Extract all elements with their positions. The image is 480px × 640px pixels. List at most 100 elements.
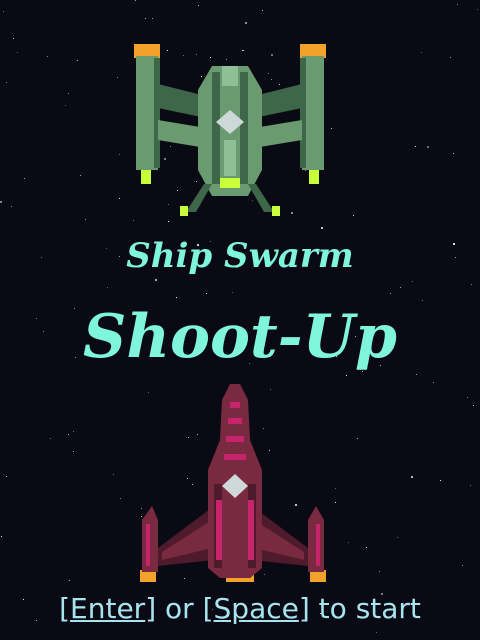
star bbox=[470, 485, 471, 486]
star bbox=[141, 508, 142, 509]
star bbox=[400, 287, 401, 288]
star bbox=[226, 59, 227, 60]
star bbox=[264, 574, 265, 575]
star bbox=[331, 128, 332, 129]
star bbox=[198, 5, 199, 6]
star bbox=[1, 536, 2, 537]
start-prompt: [Enter] or [Space] to start bbox=[59, 592, 421, 625]
star bbox=[348, 542, 349, 543]
star bbox=[346, 375, 347, 376]
star bbox=[416, 374, 417, 375]
star bbox=[85, 219, 86, 220]
star bbox=[206, 293, 207, 294]
star bbox=[245, 22, 247, 24]
star bbox=[168, 204, 169, 205]
star bbox=[453, 153, 454, 154]
star bbox=[305, 170, 306, 171]
star bbox=[24, 178, 25, 179]
star bbox=[17, 52, 18, 53]
star bbox=[335, 502, 336, 503]
star bbox=[135, 0, 136, 1]
star bbox=[279, 84, 280, 85]
game-subtitle: Ship Swarm bbox=[126, 236, 354, 276]
star bbox=[422, 300, 423, 301]
star bbox=[242, 50, 243, 51]
star bbox=[107, 287, 108, 288]
star bbox=[252, 200, 253, 201]
star bbox=[271, 79, 272, 80]
star bbox=[196, 54, 197, 55]
star bbox=[176, 297, 177, 298]
star bbox=[119, 198, 120, 199]
star bbox=[148, 392, 149, 393]
star bbox=[68, 434, 69, 435]
star bbox=[6, 82, 7, 83]
star bbox=[379, 571, 380, 572]
star bbox=[73, 431, 74, 432]
star bbox=[80, 175, 81, 176]
star bbox=[183, 55, 184, 56]
star bbox=[271, 54, 273, 56]
star bbox=[269, 450, 270, 451]
star bbox=[357, 438, 358, 439]
star bbox=[77, 60, 78, 61]
star bbox=[270, 389, 271, 390]
star bbox=[155, 279, 157, 281]
star bbox=[164, 158, 166, 160]
star bbox=[477, 9, 478, 10]
star bbox=[376, 632, 377, 633]
star bbox=[50, 438, 51, 439]
star bbox=[411, 476, 413, 478]
star bbox=[13, 38, 14, 39]
space-key-label: Space bbox=[213, 592, 299, 625]
star bbox=[243, 50, 244, 51]
star bbox=[473, 405, 474, 406]
star bbox=[170, 146, 171, 147]
star bbox=[415, 146, 416, 147]
star bbox=[68, 93, 69, 94]
star bbox=[168, 221, 169, 222]
star bbox=[263, 428, 264, 429]
prompt-suffix-text: to start bbox=[309, 592, 421, 625]
star bbox=[232, 292, 233, 293]
game-title: Shoot-Up bbox=[83, 302, 397, 372]
enter-key-label: Enter bbox=[70, 592, 146, 625]
star bbox=[390, 293, 391, 294]
star bbox=[47, 56, 48, 57]
star bbox=[457, 4, 458, 5]
star bbox=[421, 52, 422, 53]
star bbox=[335, 488, 336, 489]
star bbox=[117, 77, 118, 78]
star bbox=[366, 547, 367, 548]
star bbox=[471, 284, 472, 285]
star bbox=[188, 437, 189, 438]
star bbox=[462, 565, 463, 566]
star bbox=[201, 76, 202, 77]
star bbox=[167, 50, 168, 51]
star bbox=[433, 382, 434, 383]
star bbox=[295, 504, 297, 506]
star bbox=[65, 105, 66, 106]
star bbox=[353, 215, 354, 216]
star bbox=[291, 212, 293, 214]
star bbox=[152, 18, 153, 19]
star bbox=[187, 478, 188, 479]
star bbox=[120, 498, 121, 499]
star bbox=[427, 146, 429, 148]
star bbox=[11, 206, 12, 207]
star bbox=[184, 578, 185, 579]
star bbox=[73, 451, 74, 452]
star bbox=[210, 57, 211, 58]
star bbox=[0, 201, 2, 203]
star bbox=[397, 537, 398, 538]
star bbox=[119, 154, 120, 155]
star bbox=[6, 476, 7, 477]
star bbox=[196, 181, 197, 182]
star bbox=[450, 57, 451, 58]
star bbox=[467, 397, 468, 398]
star bbox=[268, 73, 269, 74]
star bbox=[440, 480, 441, 481]
star bbox=[412, 281, 413, 282]
star bbox=[321, 227, 323, 229]
star bbox=[197, 434, 198, 435]
